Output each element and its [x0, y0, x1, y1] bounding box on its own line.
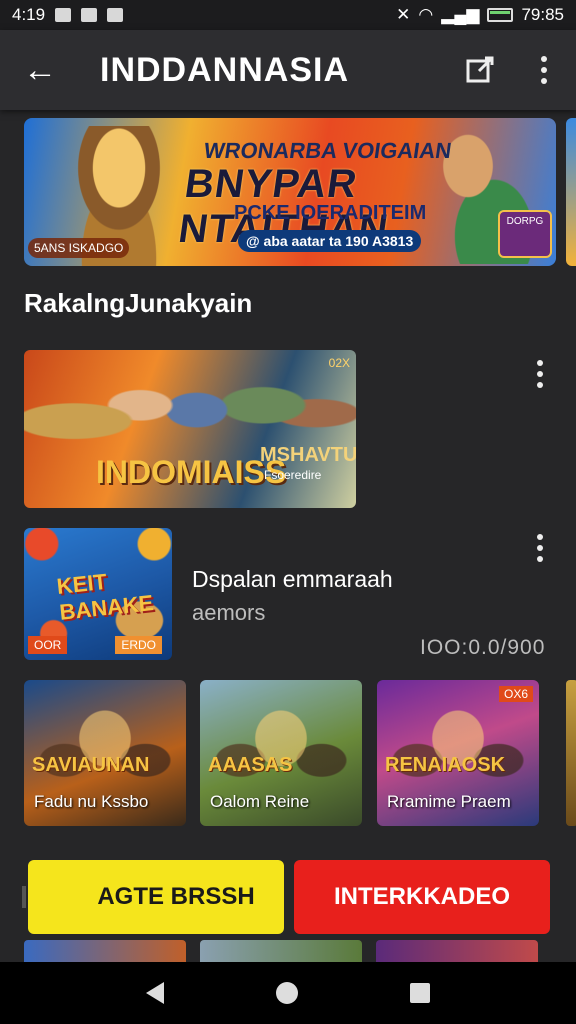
page-title: INDDANNASIA [100, 50, 349, 89]
grid-card-badge: OX6 [498, 686, 533, 702]
status-clock: 79:85 [521, 5, 564, 24]
featured-title: INDOMIAISS [96, 454, 287, 490]
grid-card[interactable]: OX6 RENAIAOSK Rramime Praem [377, 680, 539, 826]
banner-line1: WRONARBA VOIGAIAN [202, 138, 454, 163]
more-options-button[interactable] [512, 38, 576, 102]
status-time: 4:19 [12, 5, 46, 24]
featured-subtitle-2: Fsoeredire [264, 468, 322, 482]
list-item-count: IOO:0.0/900 [420, 636, 546, 659]
thumbnail-tag: OOR [28, 636, 68, 654]
system-nav-bar [0, 962, 576, 1024]
section-title: RakalngJunakyain [24, 288, 253, 318]
more-vert-icon [537, 360, 543, 388]
shield-icon [81, 8, 98, 22]
list-item-title[interactable]: Dspalan emmaraah [192, 566, 393, 593]
more-vert-icon [541, 56, 547, 84]
strip-thumbnail[interactable] [24, 940, 186, 964]
promo-banner[interactable]: WRONARBA VOIGAIAN BNYPAR NTAITHAN PCKE I… [24, 118, 556, 266]
grid-card-logo: RENAIAOSK [385, 754, 506, 776]
status-bar: 4:19 ✕ ◠ ▂▄▆ 79:85 [0, 0, 576, 30]
battery-icon [487, 8, 514, 22]
divider [22, 886, 26, 908]
next-grid-card-peek[interactable] [566, 680, 576, 826]
strip-thumbnail[interactable] [200, 940, 362, 964]
grid-card-label: Fadu nu Kssbo [34, 792, 149, 811]
next-banner-peek[interactable] [566, 118, 576, 266]
grid-card-label: Rramime Praem [387, 792, 511, 811]
grid-card[interactable]: SAVIAUNAN Fadu nu Kssbo [24, 680, 186, 826]
primary-action-button[interactable]: AGTE BRSSH [28, 860, 284, 934]
nav-recents-icon[interactable] [410, 983, 430, 1003]
list-item-menu-button[interactable] [526, 530, 554, 566]
image-icon [107, 8, 124, 22]
wifi-icon: ◠ [418, 5, 434, 24]
edit-icon [466, 56, 494, 83]
grid-card[interactable]: AAASAS Oalom Reine [200, 680, 362, 826]
featured-card[interactable]: 02X INDOMIAISS MSHAVTUS Fsoeredire [24, 350, 356, 508]
featured-subtitle: MSHAVTUS [260, 444, 356, 466]
app-bar: ← INDDANNASIA [0, 30, 576, 110]
signal-icon: ▂▄▆ [441, 5, 480, 24]
back-button[interactable]: ← [0, 30, 80, 110]
banner-badge: 5ANS ISKADGO [28, 238, 130, 258]
list-item-subtitle: aemors [192, 600, 266, 625]
notification-icon [55, 8, 72, 22]
banner-tag: @ aba aatar ta 190 A3813 [238, 230, 422, 252]
grid-card-logo: SAVIAUNAN [32, 754, 150, 776]
nav-home-icon[interactable] [276, 982, 298, 1004]
banner-box: DORPG [498, 210, 552, 258]
bottom-thumbnail-strip [24, 940, 576, 964]
secondary-action-button[interactable]: INTERKKADEO [294, 860, 550, 934]
list-item-thumbnail[interactable]: KEIT BANAKE OOR ERDO [24, 528, 172, 660]
more-vert-icon [537, 534, 543, 562]
strip-thumbnail[interactable] [376, 940, 538, 964]
grid-card-label: Oalom Reine [210, 792, 310, 811]
mute-icon: ✕ [396, 5, 411, 24]
nav-back-icon[interactable] [146, 982, 164, 1004]
banner-line3: PCKE IOERADITEIM [234, 202, 427, 224]
grid-card-logo: AAASAS [208, 754, 293, 776]
featured-corner-badge: 02X [328, 356, 350, 370]
thumbnail-tag-2: ERDO [115, 636, 162, 654]
featured-menu-button[interactable] [526, 356, 554, 392]
arrow-left-icon: ← [23, 50, 57, 89]
edit-button[interactable] [448, 38, 512, 102]
